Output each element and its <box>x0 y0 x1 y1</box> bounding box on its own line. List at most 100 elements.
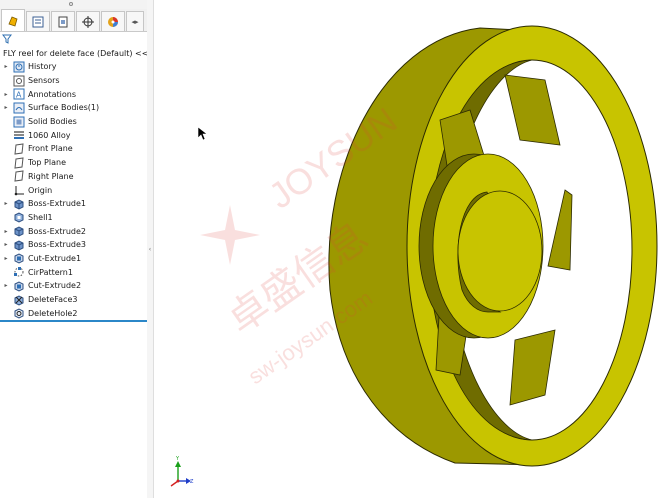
tree-item[interactable]: Top Plane <box>0 156 147 170</box>
filter-icon[interactable] <box>2 34 12 44</box>
tree-item-label: CirPattern1 <box>28 267 73 277</box>
expand-arrow-icon[interactable]: ▸ <box>1 226 11 236</box>
annotations-icon: A <box>13 88 25 100</box>
manager-tab-bar: ◂▸ <box>0 9 147 32</box>
history-folder-icon <box>13 61 25 73</box>
svg-text:Y: Y <box>175 456 180 462</box>
tree-item-label: Surface Bodies(1) <box>28 103 100 113</box>
configuration-manager-tab[interactable] <box>51 11 75 31</box>
expand-arrow-icon[interactable]: ▸ <box>1 199 11 209</box>
expand-spacer <box>1 144 11 154</box>
tree-item-label: Solid Bodies <box>28 117 77 127</box>
boss-extrude-icon <box>13 225 25 237</box>
property-manager-icon <box>32 16 44 27</box>
tree-item[interactable]: 1060 Alloy <box>0 128 147 142</box>
tree-item-label: Front Plane <box>28 144 73 154</box>
tree-item-label: Boss-Extrude1 <box>28 199 86 209</box>
tree-item-label: DeleteFace3 <box>28 295 78 305</box>
dimxpert-tab[interactable] <box>76 11 100 31</box>
expand-spacer <box>1 130 11 140</box>
material-icon <box>13 129 25 141</box>
property-manager-tab[interactable] <box>26 11 50 31</box>
tree-item[interactable]: Front Plane <box>0 142 147 156</box>
boss-extrude-icon <box>13 198 25 210</box>
tree-item[interactable]: ▸ Boss-Extrude3 <box>0 238 147 252</box>
expand-spacer <box>1 117 11 127</box>
feature-tree-list: ▸ History Sensors ▸ A Annotations ▸ Surface Bod… <box>0 60 147 320</box>
tree-item-label: Shell1 <box>28 212 53 222</box>
tab-scroll-arrows-icon: ◂▸ <box>131 17 139 26</box>
configuration-manager-icon <box>58 16 68 27</box>
plane-icon <box>13 157 25 169</box>
expand-arrow-icon[interactable]: ▸ <box>1 62 11 72</box>
expand-arrow-icon[interactable]: ▸ <box>1 89 11 99</box>
expand-arrow-icon[interactable]: ▸ <box>1 253 11 263</box>
expand-spacer <box>1 76 11 86</box>
tree-item[interactable]: Origin <box>0 183 147 197</box>
tree-item-label: Cut-Extrude2 <box>28 281 82 291</box>
boss-extrude-icon <box>13 239 25 251</box>
tree-item-label: Top Plane <box>28 158 66 168</box>
expand-spacer <box>1 171 11 181</box>
tree-root-label: FLY reel for delete face (Default) <<Def… <box>3 48 148 58</box>
tree-item-label: Annotations <box>28 89 77 99</box>
tab-scroll-arrows[interactable]: ◂▸ <box>126 11 144 31</box>
tree-item-label: Sensors <box>28 76 60 86</box>
chevron-left-icon: ‹ <box>148 245 152 253</box>
tree-item-label: History <box>28 62 57 72</box>
delete-face-icon <box>13 294 25 306</box>
expand-spacer <box>1 267 11 277</box>
tree-item[interactable]: Right Plane <box>0 170 147 184</box>
panel-grip[interactable] <box>0 0 147 9</box>
shell-icon <box>13 211 25 223</box>
delete-hole-icon <box>13 307 25 319</box>
sensors-icon <box>13 75 25 87</box>
tree-item[interactable]: DeleteFace3 <box>0 293 147 307</box>
tree-item[interactable]: ▸ Boss-Extrude2 <box>0 224 147 238</box>
filter-row[interactable] <box>0 32 147 46</box>
cut-extrude-icon <box>13 280 25 292</box>
svg-text:A: A <box>16 91 22 100</box>
tree-item-label: 1060 Alloy <box>28 130 71 140</box>
tree-item-label: Boss-Extrude3 <box>28 240 86 250</box>
surface-bodies-icon <box>13 102 25 114</box>
plane-icon <box>13 170 25 182</box>
expand-spacer <box>1 185 11 195</box>
fly-reel-3d-model[interactable] <box>328 25 658 467</box>
tree-item[interactable]: CirPattern1 <box>0 265 147 279</box>
collapse-panel-handle[interactable]: ‹ <box>148 243 152 255</box>
tree-item[interactable]: Solid Bodies <box>0 115 147 129</box>
svg-text:Z: Z <box>190 479 194 485</box>
tree-item[interactable]: ▸ Cut-Extrude1 <box>0 252 147 266</box>
solid-bodies-icon <box>13 116 25 128</box>
tree-item[interactable]: ▸ Surface Bodies(1) <box>0 101 147 115</box>
tree-item-label: Boss-Extrude2 <box>28 226 86 236</box>
tree-item[interactable]: ▸ History <box>0 60 147 74</box>
tree-root-item[interactable]: FLY reel for delete face (Default) <<Def… <box>0 46 147 60</box>
graphics-viewport[interactable]: JOYSUN 卓盛信息 sw-joysun.com Y Z <box>154 0 662 498</box>
feature-manager-tab[interactable] <box>1 9 25 31</box>
tree-item[interactable]: ▸ A Annotations <box>0 87 147 101</box>
feature-manager-panel: ◂▸ FLY reel for delete face (Default) <<… <box>0 0 148 498</box>
tree-item-label: DeleteHole2 <box>28 308 78 318</box>
tree-item[interactable]: Shell1 <box>0 211 147 225</box>
circular-pattern-icon <box>13 266 25 278</box>
dimxpert-icon <box>82 15 94 28</box>
tree-item[interactable]: Sensors <box>0 74 147 88</box>
tree-item[interactable]: ▸ Cut-Extrude2 <box>0 279 147 293</box>
tree-item-label: Right Plane <box>28 171 74 181</box>
cut-extrude-icon <box>13 252 25 265</box>
expand-spacer <box>1 212 11 222</box>
expand-spacer <box>1 295 11 305</box>
expand-arrow-icon[interactable]: ▸ <box>1 281 11 291</box>
tree-item[interactable]: ▸ Boss-Extrude1 <box>0 197 147 211</box>
rollback-bar[interactable] <box>0 320 147 322</box>
center-boss-front <box>457 190 543 312</box>
expand-arrow-icon[interactable]: ▸ <box>1 240 11 250</box>
origin-icon <box>13 184 25 196</box>
expand-arrow-icon[interactable]: ▸ <box>1 103 11 113</box>
feature-manager-icon <box>8 15 18 27</box>
tree-item[interactable]: DeleteHole2 <box>0 306 147 320</box>
display-manager-tab[interactable] <box>101 11 125 31</box>
tree-item-label: Cut-Extrude1 <box>28 253 82 263</box>
